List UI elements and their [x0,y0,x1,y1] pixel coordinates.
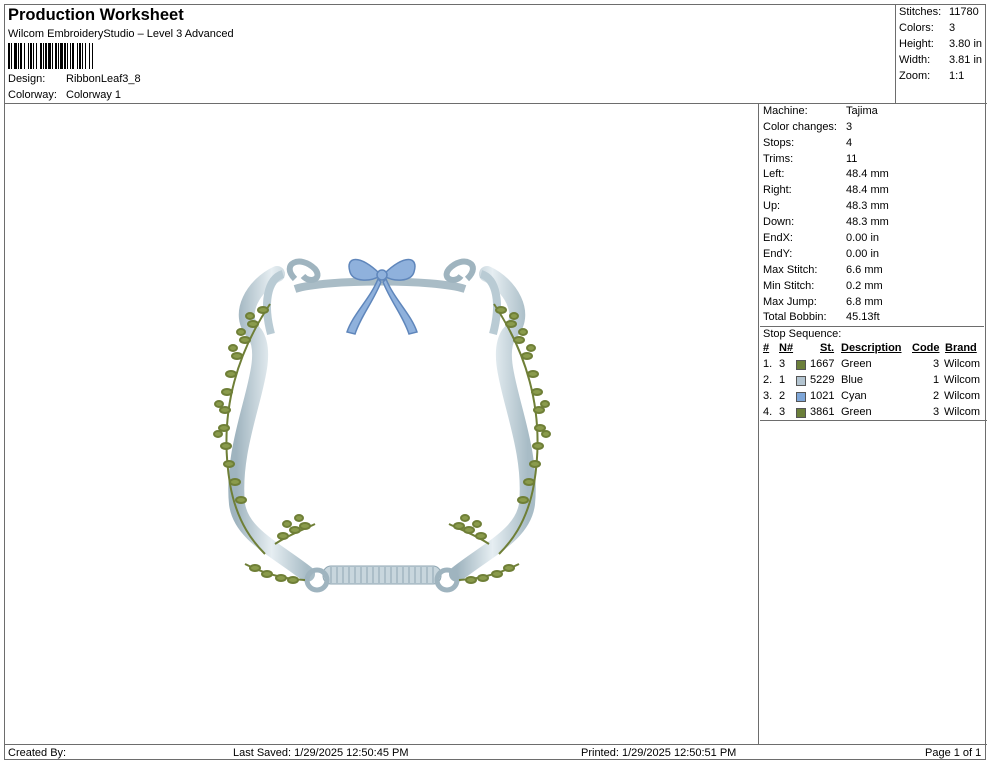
stop-sequence-row: 4. 3 3861 Green 3 Wilcom [763,406,981,418]
info-row: Up: 48.3 mm [763,200,889,212]
app-subtitle: Wilcom EmbroideryStudio – Level 3 Advanc… [8,28,234,40]
summary-row: Colors: 3 [899,22,956,34]
stop-sequence-title: Stop Sequence: [760,326,984,340]
summary-row: Stitches: 11780 [899,6,979,18]
design-label: Design: [8,73,46,85]
worksheet-footer: Created By: Last Saved: 1/29/2025 12:50:… [5,744,987,760]
info-row: Total Bobbin: 45.13ft [763,311,880,323]
colorway-value: Colorway 1 [66,89,122,101]
color-swatch [796,376,806,386]
frame-right-curl [443,258,476,283]
ribbon-bow [346,258,418,335]
design-preview [5,104,759,744]
last-saved: Last Saved: 1/29/2025 12:50:45 PM [233,747,409,759]
color-swatch [796,360,806,370]
page-number: Page 1 of 1 [925,747,982,759]
worksheet-header: Production Worksheet Wilcom EmbroiderySt… [5,5,895,104]
stop-sequence-row: 1. 3 1667 Green 3 Wilcom [763,358,981,370]
summary-panel: Stitches: 11780 Colors: 3 Height: 3.80 in W… [895,5,987,104]
design-value: RibbonLeaf3_8 [66,73,141,85]
worksheet: Production Worksheet Wilcom EmbroiderySt… [4,4,987,760]
info-row: EndY: 0.00 in [763,248,880,260]
info-row: Color changes: 3 [763,121,853,133]
machine-info-panel: Machine: Tajima Color changes: 3 Stops: 4 T… [760,104,987,421]
created-by: Created By: [8,747,67,759]
summary-row: Width: 3.81 in [899,54,983,66]
frame-bottom-coil [322,565,442,585]
info-row: Stops: 4 [763,137,853,149]
info-row: Max Jump: 6.8 mm [763,296,883,308]
stop-sequence-row: 3. 2 1021 Cyan 2 Wilcom [763,390,981,402]
barcode [8,43,194,69]
info-row: Down: 48.3 mm [763,216,889,228]
info-row: Min Stitch: 0.2 mm [763,280,883,292]
info-row: Trims: 11 [763,153,858,165]
summary-row: Height: 3.80 in [899,38,983,50]
embroidery-design-image [213,258,551,593]
stop-sequence-row: 2. 1 5229 Blue 1 Wilcom [763,374,981,386]
info-row: Machine: Tajima [763,105,878,117]
color-swatch [796,408,806,418]
info-row: Right: 48.4 mm [763,184,889,196]
colorway-label: Colorway: [8,89,57,101]
page-title: Production Worksheet [8,6,184,24]
info-row: EndX: 0.00 in [763,232,880,244]
frame-left-curl [286,258,321,283]
summary-row: Zoom: 1:1 [899,70,965,82]
info-row: Max Stitch: 6.6 mm [763,264,883,276]
info-row: Left: 48.4 mm [763,168,889,180]
printed-date: Printed: 1/29/2025 12:50:51 PM [581,747,737,759]
color-swatch [796,392,806,402]
stop-sequence-header: # N# St. Description Code Brand [763,342,977,354]
